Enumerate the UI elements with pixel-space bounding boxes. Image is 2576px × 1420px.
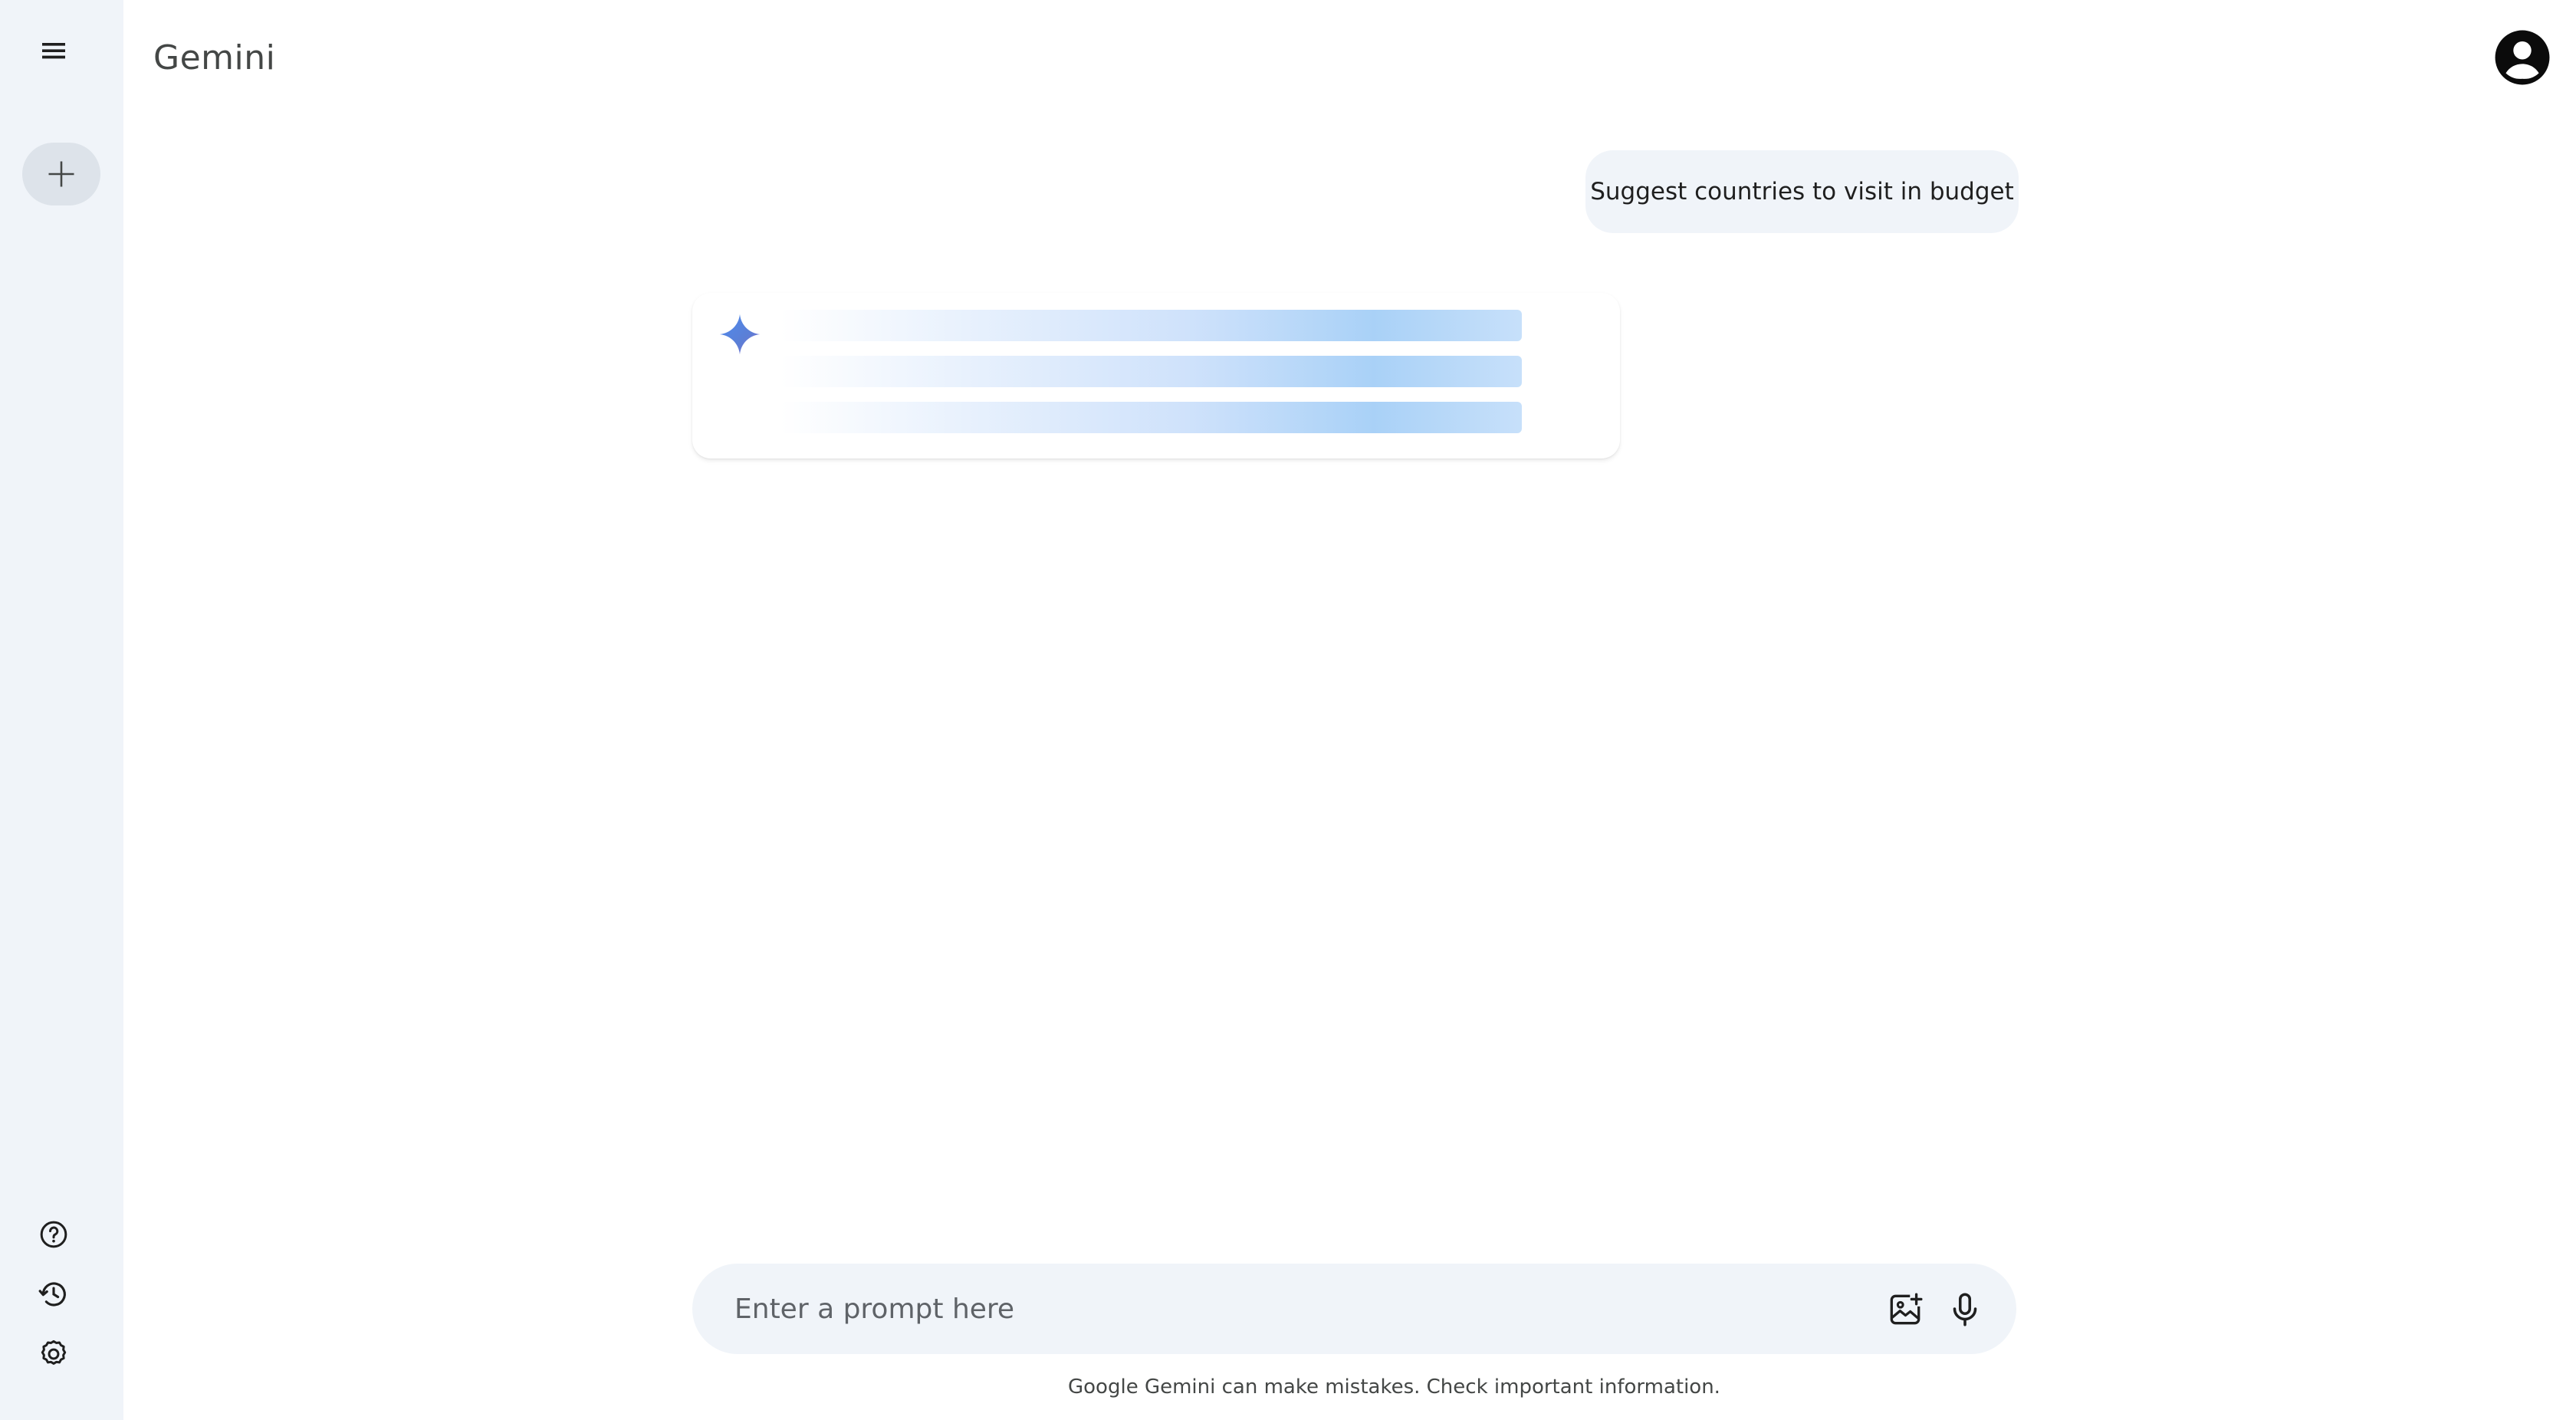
app-title[interactable]: Gemini: [153, 38, 275, 77]
loading-bar: [780, 402, 1522, 433]
gemini-spark-icon: [719, 314, 761, 355]
disclaimer-text: Google Gemini can make mistakes. Check i…: [1068, 1376, 1720, 1399]
prompt-input[interactable]: [734, 1264, 1792, 1354]
help-button[interactable]: [34, 1215, 74, 1254]
settings-button[interactable]: [34, 1334, 74, 1374]
settings-icon: [41, 1339, 67, 1365]
microphone-icon: [1953, 1293, 1977, 1326]
sidebar: [0, 0, 123, 1420]
loading-bar: [780, 356, 1522, 387]
history-icon: [38, 1282, 66, 1307]
prompt-bar: [692, 1264, 2016, 1354]
help-icon: [40, 1221, 67, 1248]
user-message-bubble: Suggest countries to visit in budget: [1585, 150, 2019, 233]
main-menu-button[interactable]: [31, 28, 77, 74]
account-circle-icon: [2495, 30, 2550, 85]
upload-image-button[interactable]: [1882, 1287, 1928, 1333]
user-message-text: Suggest countries to visit in budget: [1590, 178, 2014, 205]
microphone-button[interactable]: [1942, 1287, 1988, 1333]
plus-icon: [48, 161, 74, 187]
new-chat-button[interactable]: [22, 143, 100, 205]
add-image-icon: [1890, 1293, 1923, 1325]
menu-icon: [42, 43, 65, 59]
response-loading-card: [692, 293, 1620, 459]
loading-bar: [780, 310, 1522, 341]
activity-button[interactable]: [34, 1274, 74, 1314]
account-avatar[interactable]: [2494, 29, 2551, 86]
